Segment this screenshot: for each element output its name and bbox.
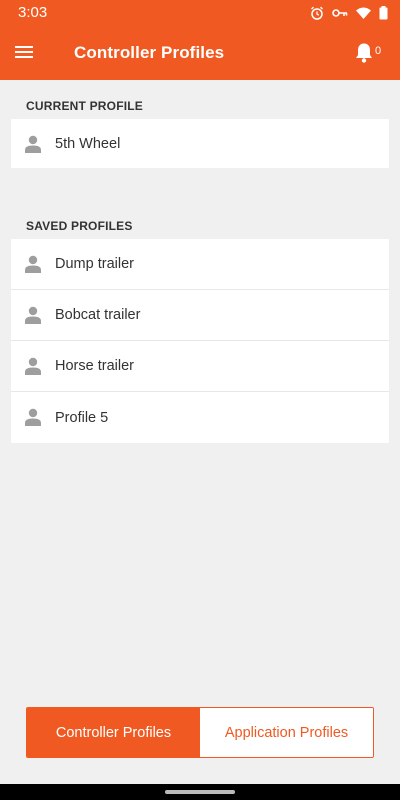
- saved-profile-row[interactable]: Dump trailer: [11, 239, 389, 290]
- saved-profile-row[interactable]: Horse trailer: [11, 341, 389, 392]
- person-icon: [25, 408, 41, 426]
- saved-profile-row[interactable]: Profile 5: [11, 392, 389, 443]
- status-icons: [310, 5, 388, 20]
- wifi-icon: [356, 7, 371, 19]
- person-icon: [25, 255, 41, 273]
- status-time: 3:03: [18, 4, 48, 21]
- profile-name: 5th Wheel: [55, 135, 121, 152]
- tab-application-profiles[interactable]: Application Profiles: [200, 708, 373, 757]
- person-icon: [25, 357, 41, 375]
- home-gesture-handle[interactable]: [165, 790, 235, 794]
- status-bar: 3:03: [0, 0, 400, 25]
- current-profile-heading: CURRENT PROFILE: [26, 99, 143, 113]
- person-icon: [25, 135, 41, 153]
- profile-name: Dump trailer: [55, 256, 134, 272]
- vpn-key-icon: [332, 8, 348, 18]
- saved-profile-row[interactable]: Bobcat trailer: [11, 290, 389, 341]
- alarm-icon: [310, 6, 324, 20]
- profile-type-tabs: Controller Profiles Application Profiles: [26, 707, 374, 758]
- person-icon: [25, 306, 41, 324]
- battery-icon: [379, 5, 388, 20]
- profile-name: Horse trailer: [55, 358, 134, 374]
- menu-icon[interactable]: [14, 43, 34, 61]
- saved-profiles-heading: SAVED PROFILES: [26, 219, 133, 233]
- tab-controller-profiles[interactable]: Controller Profiles: [27, 708, 200, 757]
- saved-profiles-card: Dump trailer Bobcat trailer Horse traile…: [11, 239, 389, 443]
- notification-count: 0: [375, 45, 382, 57]
- app-header: 3:03 Controller Profiles 0: [0, 0, 400, 80]
- current-profile-row[interactable]: 5th Wheel: [11, 119, 389, 168]
- profile-name: Bobcat trailer: [55, 307, 141, 323]
- system-navigation-bar: [0, 784, 400, 800]
- current-profile-card: 5th Wheel: [11, 119, 389, 168]
- app-bar: Controller Profiles 0: [0, 25, 400, 80]
- page-title: Controller Profiles: [74, 43, 225, 62]
- profile-name: Profile 5: [55, 409, 109, 426]
